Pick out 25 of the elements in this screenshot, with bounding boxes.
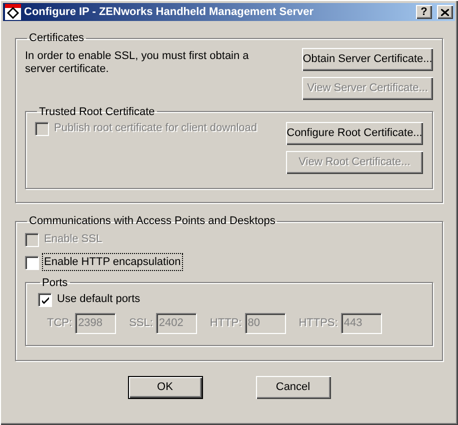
group-title: Communications with Access Points and Desktops <box>28 214 276 229</box>
checkbox[interactable] <box>38 293 51 306</box>
port-label: HTTPS: <box>298 316 338 331</box>
checkbox-label: Publish root certificate for client download <box>53 121 258 136</box>
group-title: Ports <box>41 276 69 290</box>
group-title: Trusted Root Certificate <box>38 104 156 120</box>
dialog-button[interactable]: OK <box>128 376 202 399</box>
checkbox[interactable] <box>25 256 38 268</box>
dialog-button[interactable]: Configure Root Certificate... <box>286 122 423 145</box>
group-title: Certificates <box>28 31 86 46</box>
close-button[interactable] <box>437 5 453 19</box>
port-label: TCP: <box>47 316 72 331</box>
description-text: In order to enable SSL, you must first obtain a server certificate. <box>25 50 250 76</box>
window-title: Configure IP - ZENworks Handheld Management Server <box>24 4 315 20</box>
checkbox-label: Enable HTTP encapsulation <box>43 254 182 270</box>
checkbox-label: Use default ports <box>56 292 142 308</box>
dialog-button[interactable]: Obtain Server Certificate... <box>302 48 433 70</box>
help-button[interactable]: ? <box>416 5 432 19</box>
close-icon <box>441 8 449 16</box>
checkbox-label: Enable SSL <box>43 232 104 247</box>
app-icon <box>5 4 21 20</box>
port-label: HTTP: <box>210 316 242 331</box>
port-label: SSL: <box>129 316 153 331</box>
checkmark-icon <box>42 296 48 304</box>
dialog-button[interactable]: Cancel <box>256 376 330 399</box>
